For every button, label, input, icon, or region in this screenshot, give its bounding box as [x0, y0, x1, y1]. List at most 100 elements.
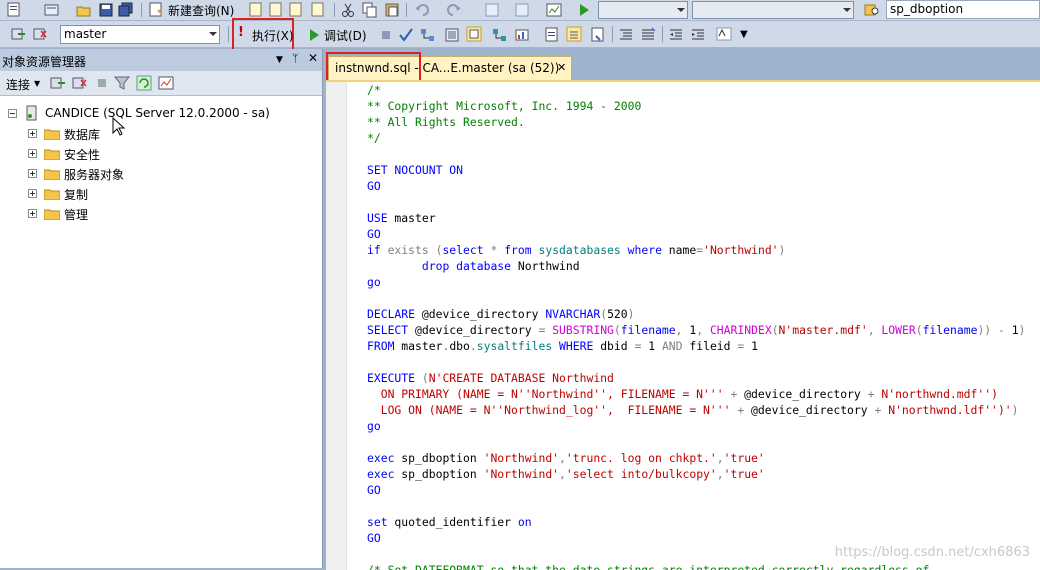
expand-icon[interactable]	[28, 129, 37, 138]
new-project-icon[interactable]	[6, 2, 22, 18]
close-icon[interactable]: ✕	[308, 51, 318, 65]
results-to-grid-icon[interactable]	[466, 26, 482, 42]
code-token: ** All Rights Reserved.	[367, 115, 525, 129]
debug-icon[interactable]	[306, 27, 322, 43]
toolbar-overflow-icon[interactable]: ▼	[740, 29, 748, 40]
close-tab-icon[interactable]: ✕	[557, 61, 566, 74]
code-token: quoted_identifier	[387, 515, 518, 529]
code-token: go	[367, 419, 381, 433]
database-selector[interactable]: master	[60, 25, 220, 44]
code-token: filename	[922, 323, 978, 337]
code-token: 'select into/bulkcopy'	[565, 467, 717, 481]
code-token: )	[627, 307, 635, 321]
results-grid-icon[interactable]	[566, 26, 582, 42]
code-lines: /* ** Copyright Microsoft, Inc. 1994 - 20…	[367, 82, 1040, 570]
redo-icon[interactable]	[446, 2, 462, 18]
increase-indent-icon[interactable]	[690, 27, 706, 43]
navigate-backward-icon[interactable]	[484, 2, 500, 18]
code-token: 'true'	[723, 451, 765, 465]
code-token: CHARINDEX	[709, 323, 772, 337]
folder-icon	[44, 169, 60, 180]
xmla-query-icon[interactable]	[310, 2, 326, 18]
refresh-icon[interactable]	[136, 75, 152, 91]
expand-icon[interactable]	[28, 209, 37, 218]
code-token: GO	[367, 227, 381, 241]
execute-button[interactable]: 执行(X)	[252, 27, 294, 44]
code-token: LOWER	[881, 323, 916, 337]
code-line: exec sp_dboption 'Northwind','select int…	[367, 466, 1040, 482]
connect-object-explorer-icon[interactable]	[50, 75, 66, 91]
save-all-icon[interactable]	[118, 2, 134, 18]
code-token: DECLARE	[367, 307, 416, 321]
code-token: select	[442, 243, 484, 257]
mdx-query-icon[interactable]	[288, 2, 304, 18]
include-plan-icon[interactable]	[492, 27, 508, 43]
expand-icon[interactable]	[28, 169, 37, 178]
toolbar-separator	[612, 26, 613, 42]
code-token: */	[367, 131, 381, 145]
results-to-file-icon[interactable]	[590, 27, 606, 43]
start-icon[interactable]	[576, 2, 592, 18]
code-token: EXECUTE	[367, 371, 416, 385]
paste-icon[interactable]	[384, 2, 400, 18]
mouse-cursor-icon	[112, 117, 126, 136]
code-token: @device_directory	[744, 403, 875, 417]
code-token: ,	[716, 451, 724, 465]
stop-icon[interactable]	[94, 75, 110, 91]
database-query-icon[interactable]	[248, 2, 264, 18]
filter-icon[interactable]	[114, 75, 130, 91]
code-token: -	[998, 323, 1005, 337]
cancel-query-icon[interactable]	[378, 27, 394, 43]
tab-highlight	[326, 52, 421, 83]
solution-configuration-combo[interactable]	[598, 1, 688, 19]
code-editor[interactable]: /* ** Copyright Microsoft, Inc. 1994 - 20…	[326, 80, 1040, 570]
analysis-query-icon[interactable]	[268, 2, 284, 18]
undo-icon[interactable]	[414, 2, 430, 18]
cut-icon[interactable]	[340, 2, 356, 18]
client-statistics-icon[interactable]	[514, 27, 530, 43]
find-combo[interactable]: sp_dboption	[886, 0, 1040, 19]
save-icon[interactable]	[98, 2, 114, 18]
code-token: SET NOCOUNT ON	[367, 163, 464, 177]
code-token: 'Northwind'	[703, 243, 779, 257]
decrease-indent-icon[interactable]	[668, 27, 684, 43]
uncomment-icon[interactable]	[640, 27, 656, 43]
new-query-icon[interactable]	[148, 2, 164, 18]
expand-icon[interactable]	[28, 149, 37, 158]
code-token: @device_directory	[408, 323, 539, 337]
comment-out-icon[interactable]	[618, 27, 634, 43]
copy-icon[interactable]	[362, 2, 378, 18]
debug-button[interactable]: 调试(D)	[324, 27, 367, 44]
open-file-icon[interactable]	[76, 2, 92, 18]
panel-dropdown-icon[interactable]: ▼	[276, 55, 283, 65]
parse-icon[interactable]	[398, 27, 414, 43]
tree-node-label: 复制	[64, 188, 89, 202]
results-to-text-icon[interactable]	[544, 27, 560, 43]
code-token: exec	[367, 467, 395, 481]
find-in-files-icon[interactable]	[864, 2, 880, 18]
expand-icon[interactable]	[28, 189, 37, 198]
activity-monitor-icon[interactable]	[158, 75, 174, 91]
connect-icon[interactable]	[10, 26, 26, 42]
collapse-icon[interactable]	[8, 109, 17, 118]
activity-monitor-icon[interactable]	[546, 2, 562, 18]
code-token: ,	[675, 323, 683, 337]
new-query-button[interactable]: 新建查询(N)	[168, 2, 234, 19]
specify-values-icon[interactable]	[716, 26, 732, 42]
navigate-forward-icon[interactable]	[514, 2, 530, 18]
disconnect-icon[interactable]	[72, 75, 88, 91]
connect-dropdown-icon[interactable]: ▼	[34, 79, 40, 88]
add-item-icon[interactable]	[44, 2, 60, 18]
disconnect-icon[interactable]	[32, 26, 48, 42]
query-designer-icon[interactable]	[444, 27, 460, 43]
connect-button[interactable]: 连接	[6, 76, 30, 93]
tree-node-label: 服务器对象	[64, 168, 125, 182]
pin-icon[interactable]: ᛘ	[292, 52, 299, 65]
code-line: SET NOCOUNT ON	[367, 162, 1040, 178]
code-token: USE	[367, 211, 388, 225]
display-plan-icon[interactable]	[420, 27, 436, 43]
code-token: )	[778, 243, 786, 257]
solution-platform-combo[interactable]	[692, 1, 854, 19]
